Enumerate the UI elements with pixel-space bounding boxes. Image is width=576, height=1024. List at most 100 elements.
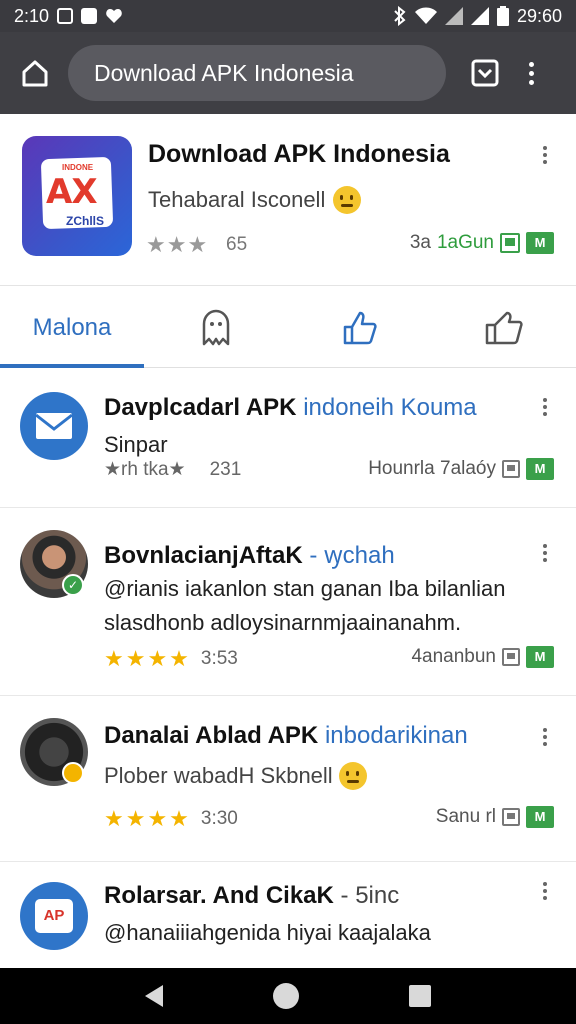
app-more-button[interactable] <box>543 146 549 164</box>
tab-like-blue[interactable] <box>288 288 432 367</box>
home-button[interactable] <box>16 54 54 92</box>
item-title-accent: - ꝡchah <box>309 542 395 569</box>
list-item[interactable]: Danalai Ablad APK inbodarikinan Plober w… <box>0 696 576 862</box>
box-icon <box>502 648 520 666</box>
m-badge: M <box>526 806 554 828</box>
gold-badge-icon <box>62 762 84 784</box>
item-meta: Sanu rl M <box>436 806 554 828</box>
item-time: 3:53 <box>200 648 238 669</box>
item-body-2: slasdhonb adloysinarnmjaainanahm. <box>104 610 462 635</box>
item-rating-row: ★★★★ 3:30 <box>104 806 238 832</box>
thumbs-up-outline-blue-icon <box>343 311 377 344</box>
browser-toolbar: Download APK Indonesia <box>0 32 576 114</box>
apk-app-avatar: AP <box>20 882 88 950</box>
list-item[interactable]: ✓ BovnlacianjAftaK - ꝡchah @rianis iakan… <box>0 508 576 696</box>
item-body-row: Plober wabadH Skbnell <box>104 762 367 790</box>
item-meta: Hounrla 7alaóy M <box>368 458 554 480</box>
app-rating-stars: ★★★ <box>146 232 209 257</box>
app-meta: 3a 1aGun M <box>410 232 554 254</box>
item-body: Sinpar <box>104 432 168 457</box>
tab-like-gray[interactable] <box>432 288 576 367</box>
item-title: Danalai Ablad APK <box>104 722 319 749</box>
app-icon-main-text: AX <box>46 172 98 212</box>
app-list: Davplcadarl APK indoneih Kouma Sinpar ★r… <box>0 370 576 982</box>
status-bar: 2:10 29:60 <box>0 0 576 32</box>
item-title: BovnlacianjAftaK <box>104 542 303 569</box>
item-more-button[interactable] <box>543 398 549 416</box>
item-meta: 4ananbun M <box>411 646 554 668</box>
tab-bar: Malona <box>0 288 576 368</box>
verified-badge-icon: ✓ <box>62 574 84 596</box>
item-more-button[interactable] <box>543 544 549 562</box>
recents-button[interactable] <box>409 985 431 1007</box>
signal-icon <box>444 7 463 25</box>
item-title-accent: - 5inc <box>340 882 400 909</box>
item-rating-row: ★★★★ 3:53 <box>104 646 238 672</box>
ghost-icon <box>202 309 230 345</box>
system-nav-bar <box>0 968 576 1024</box>
item-title: Davplcadarl APK <box>104 394 297 421</box>
app-icon-sub-text: ZChllS <box>66 214 104 228</box>
item-rating-row: ★rh tka★ 231 <box>104 458 241 481</box>
tab-malona-label: Malona <box>32 313 112 341</box>
app-rating-count: 65 <box>226 234 248 255</box>
home-nav-button[interactable] <box>273 983 299 1009</box>
app-title: Download APK Indonesia <box>148 140 450 168</box>
home-icon <box>22 60 48 87</box>
app-header-card[interactable]: INDONE AX ZChllS Download APK Indonesia … <box>0 114 576 286</box>
signal-2-icon <box>470 7 489 25</box>
item-title-row: BovnlacianjAftaK - ꝡchah <box>104 538 395 571</box>
item-body: Plober wabadH Skbnell <box>104 763 333 788</box>
box-icon <box>502 460 520 478</box>
item-stars: ★★★★ <box>104 646 191 671</box>
url-bar[interactable]: Download APK Indonesia <box>68 45 446 101</box>
list-item[interactable]: AP Rolarsar. And CikaK - 5inc @hanaiiiah… <box>0 862 576 982</box>
emoji-icon <box>333 186 362 214</box>
item-meta-text: Hounrla 7alaóy <box>368 458 496 479</box>
tab-ghost[interactable] <box>144 288 288 367</box>
item-meta-text: Sanu rl <box>435 806 496 827</box>
tab-switcher-icon <box>471 59 499 87</box>
item-time: 231 <box>209 458 242 480</box>
thumbs-up-outline-gray-icon <box>485 311 523 344</box>
tab-malona[interactable]: Malona <box>0 288 144 368</box>
status-time: 2:10 <box>14 5 50 26</box>
apk-app-icon: AP <box>35 899 73 933</box>
item-title-accent: inbodarikinan <box>324 722 468 749</box>
m-badge: M <box>526 646 554 668</box>
app-icon-top-text: INDONE <box>62 163 94 172</box>
item-stars: ★★★★ <box>104 806 191 831</box>
m-badge: M <box>526 458 554 480</box>
wifi-icon <box>414 7 437 24</box>
overflow-menu-button[interactable] <box>520 58 542 88</box>
green-box-icon <box>500 233 520 253</box>
item-body: @hanaiiiahgenida hiyai kaajalaka <box>104 920 431 945</box>
bluetooth-icon <box>394 6 406 26</box>
back-button[interactable] <box>145 985 163 1007</box>
app-meta-prefix: 3a <box>409 232 431 253</box>
app-subtitle: Tehabaral Isconell <box>148 187 326 212</box>
mail-icon <box>35 413 73 439</box>
item-time: 3:30 <box>200 808 238 829</box>
item-title-accent: indoneih Kouma <box>303 394 477 421</box>
battery-icon <box>496 6 509 26</box>
list-item[interactable]: Davplcadarl APK indoneih Kouma Sinpar ★r… <box>0 370 576 508</box>
app-icon: INDONE AX ZChllS <box>22 136 132 256</box>
app-notification-icon <box>81 8 98 24</box>
status-clock: 29:60 <box>516 5 562 26</box>
tabs-button[interactable] <box>470 58 500 88</box>
screenshot-notification-icon <box>57 8 74 24</box>
item-body: @rianis iakanlon stan ganan Iba bilanlia… <box>104 576 506 601</box>
item-title-row: Rolarsar. And CikaK - 5inc <box>104 882 399 910</box>
url-text: Download APK Indonesia <box>94 59 354 86</box>
item-more-button[interactable] <box>543 728 549 746</box>
item-title: Rolarsar. And CikaK <box>104 882 334 909</box>
m-badge: M <box>526 232 554 254</box>
shield-heart-icon <box>106 9 122 23</box>
item-title-row: Danalai Ablad APK inbodarikinan <box>104 722 468 750</box>
box-icon <box>502 808 520 826</box>
mail-app-avatar <box>20 392 88 460</box>
emoji-icon <box>338 762 367 790</box>
item-more-button[interactable] <box>543 882 549 900</box>
app-subtitle-row: Tehabaral Isconell <box>148 186 362 214</box>
